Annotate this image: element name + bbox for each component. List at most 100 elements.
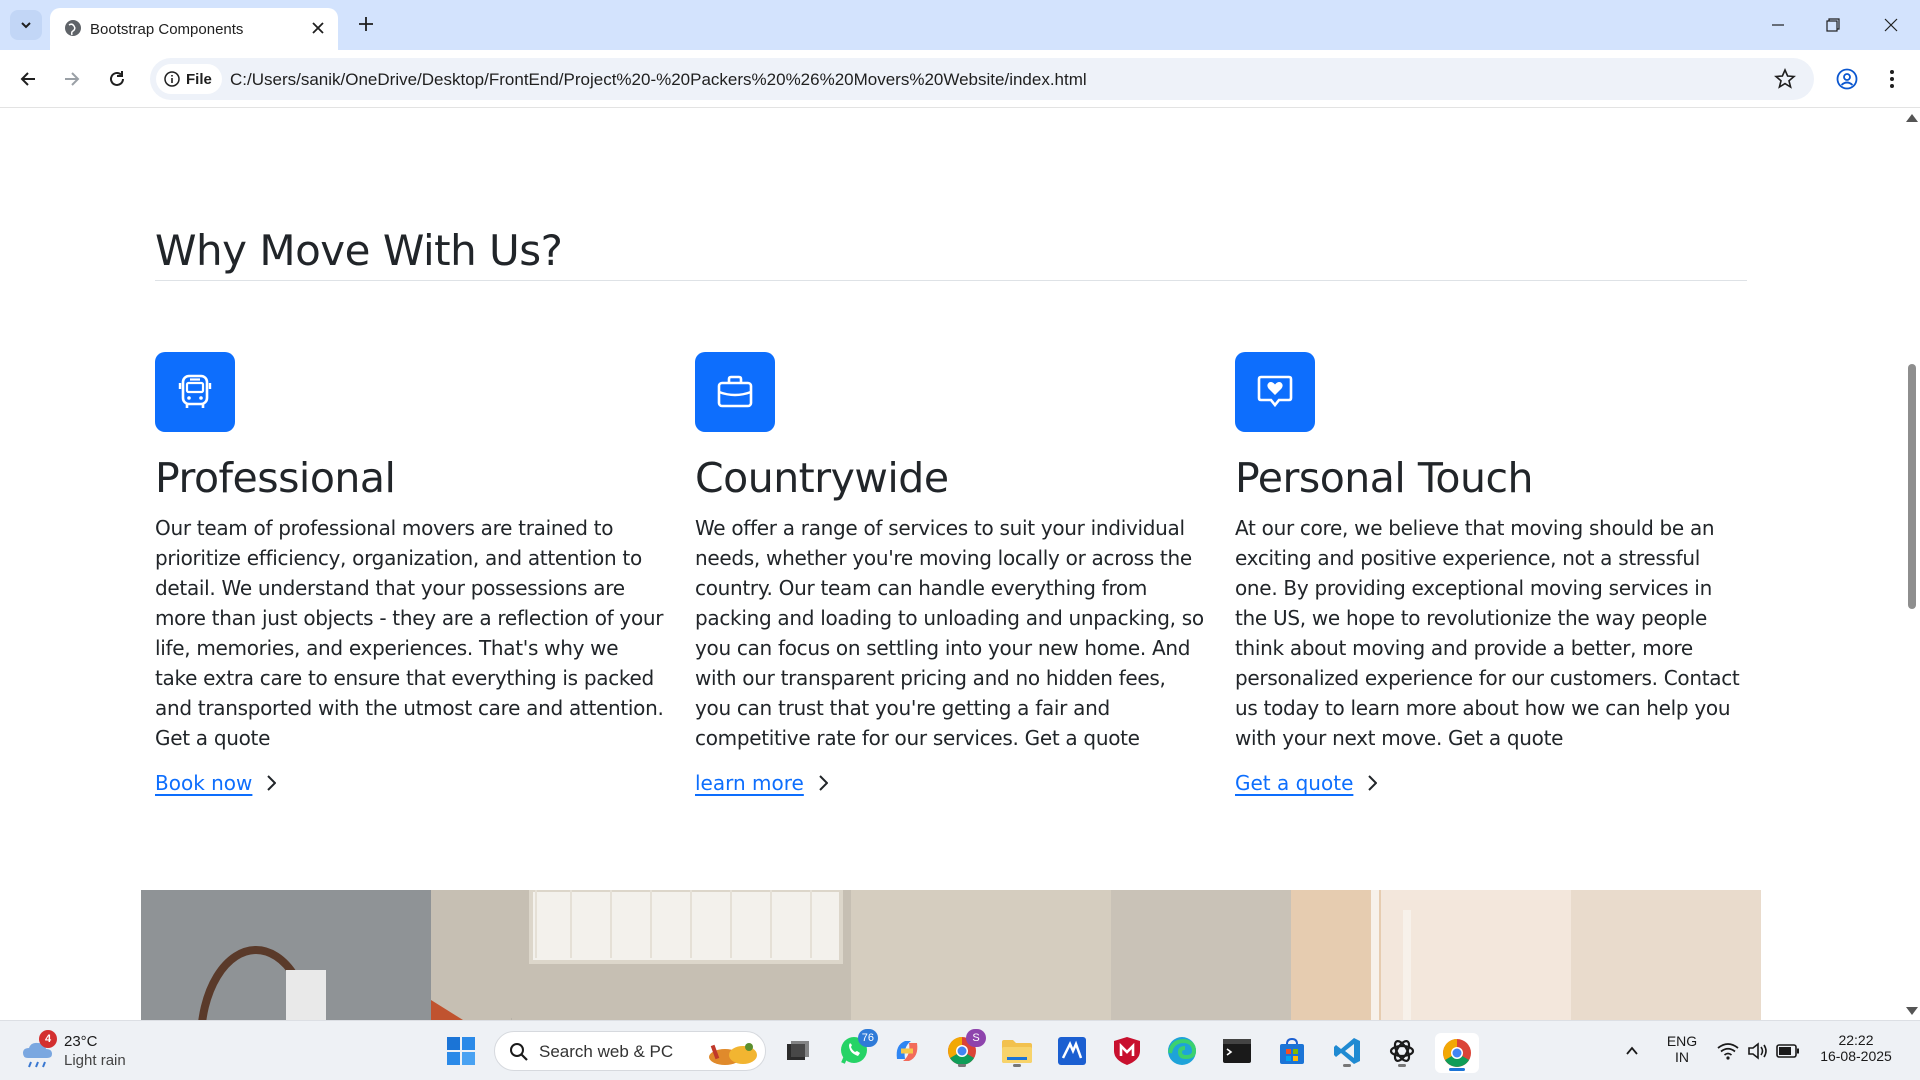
- close-icon: [312, 22, 324, 34]
- url-text[interactable]: C:/Users/sanik/OneDrive/Desktop/FrontEnd…: [230, 70, 1087, 90]
- reload-icon: [110, 71, 124, 86]
- forward-button[interactable]: [57, 64, 87, 94]
- site-info-label: File: [186, 70, 212, 88]
- chevron-up-icon: [1626, 1046, 1638, 1055]
- scroll-up-arrow-icon[interactable]: [1906, 114, 1918, 122]
- terminal-taskbar-button[interactable]: [1219, 1033, 1255, 1069]
- chrome-profile-taskbar-button[interactable]: S: [944, 1029, 986, 1069]
- site-info-chip[interactable]: File: [156, 64, 222, 94]
- chevron-right-icon: [1368, 775, 1378, 791]
- food-illustration-icon: [709, 1043, 757, 1065]
- feature-icon-box: [695, 352, 775, 432]
- tab-title: Bootstrap Components: [90, 21, 244, 38]
- page-scrollbar[interactable]: [1903, 109, 1920, 1020]
- briefcase-icon: [717, 375, 753, 408]
- file-explorer-taskbar-button[interactable]: [999, 1033, 1035, 1069]
- running-indicator: [1343, 1064, 1351, 1067]
- whatsapp-taskbar-button[interactable]: 76: [836, 1029, 878, 1069]
- arrow-right-icon: [65, 72, 80, 86]
- close-window-button[interactable]: [1871, 10, 1911, 40]
- weather-temperature: 23°C: [64, 1033, 98, 1050]
- interior-photo: [141, 890, 1761, 1020]
- copilot-icon: [896, 1041, 918, 1061]
- address-bar[interactable]: File C:/Users/sanik/OneDrive/Desktop/Fro…: [150, 58, 1814, 100]
- search-placeholder: Search web & PC: [539, 1042, 674, 1061]
- feature-countrywide: Countrywide We offer a range of services…: [695, 352, 1205, 795]
- browser-menu-button[interactable]: [1877, 64, 1907, 94]
- new-tab-button[interactable]: [354, 12, 378, 36]
- profile-button[interactable]: [1832, 64, 1862, 94]
- minimize-button[interactable]: [1758, 10, 1798, 40]
- browser-toolbar: File C:/Users/sanik/OneDrive/Desktop/Fro…: [0, 50, 1920, 108]
- feature-professional: Professional Our team of professional mo…: [155, 352, 665, 795]
- word-app-taskbar-button[interactable]: [1054, 1033, 1090, 1069]
- chrome-profile-badge: S: [966, 1029, 986, 1047]
- feature-title: Personal Touch: [1235, 454, 1534, 502]
- reload-button[interactable]: [102, 64, 132, 94]
- feature-title: Countrywide: [695, 454, 949, 502]
- weather-alert-badge: 4: [39, 1030, 57, 1048]
- clock[interactable]: 22:22 16-08-2025: [1810, 1032, 1902, 1064]
- mcafee-taskbar-button[interactable]: [1109, 1033, 1145, 1069]
- chatgpt-icon: [1389, 1040, 1415, 1062]
- tab-bootstrap-components[interactable]: Bootstrap Components: [50, 8, 338, 50]
- language-indicator[interactable]: ENG IN: [1664, 1033, 1700, 1065]
- store-taskbar-button[interactable]: [1274, 1033, 1310, 1069]
- scroll-down-arrow-icon[interactable]: [1906, 1007, 1918, 1015]
- editor-app-icon: [1058, 1037, 1086, 1065]
- plus-icon: [359, 17, 373, 31]
- arrow-left-icon: [20, 72, 35, 86]
- feature-personal-touch: Personal Touch At our core, we believe t…: [1235, 352, 1745, 795]
- folder-icon: [1002, 1040, 1032, 1063]
- edge-taskbar-button[interactable]: [1164, 1033, 1200, 1069]
- feature-icon-box: [1235, 352, 1315, 432]
- section-title: Why Move With Us?: [155, 226, 563, 275]
- battery-icon: [1776, 1044, 1799, 1058]
- tab-search-button[interactable]: [10, 10, 42, 40]
- learn-more-link[interactable]: learn more: [695, 771, 828, 795]
- store-bag-icon: [1280, 1037, 1304, 1064]
- terminal-icon: [1223, 1039, 1251, 1063]
- vscode-taskbar-button[interactable]: [1329, 1033, 1365, 1069]
- task-view-icon: [787, 1041, 809, 1060]
- section-divider: [155, 280, 1747, 281]
- bookmark-star-icon[interactable]: [1774, 68, 1796, 90]
- more-vertical-icon: [1890, 70, 1894, 88]
- close-tab-button[interactable]: [308, 18, 328, 38]
- clock-time: 22:22: [1838, 1032, 1874, 1048]
- whatsapp-unread-badge: 76: [857, 1029, 878, 1047]
- tab-strip: Bootstrap Components: [0, 0, 1920, 50]
- page-viewport: Why Move With Us? Professional Our team …: [0, 109, 1903, 1020]
- room-photo-illustration: [141, 890, 1761, 1020]
- show-hidden-icons-button[interactable]: [1614, 1033, 1650, 1069]
- language-region: IN: [1675, 1049, 1689, 1065]
- running-indicator: [1398, 1064, 1406, 1067]
- scroll-thumb[interactable]: [1908, 364, 1916, 609]
- link-label: Book now: [155, 771, 253, 795]
- feature-description: At our core, we believe that moving shou…: [1235, 516, 1740, 750]
- weather-condition: Light rain: [64, 1052, 126, 1069]
- active-indicator: [1449, 1068, 1465, 1071]
- start-button[interactable]: [443, 1033, 479, 1069]
- minimize-icon: [1772, 24, 1784, 26]
- weather-widget[interactable]: 4 23°C Light rain: [18, 1030, 158, 1074]
- vscode-icon: [1334, 1038, 1360, 1064]
- battery-status[interactable]: [1770, 1033, 1806, 1069]
- globe-icon: [65, 20, 81, 36]
- back-button[interactable]: [13, 64, 43, 94]
- link-label: Get a quote: [1235, 771, 1354, 795]
- clock-date: 16-08-2025: [1820, 1048, 1892, 1064]
- feature-icon-box: [155, 352, 235, 432]
- get-a-quote-link[interactable]: Get a quote: [1235, 771, 1378, 795]
- task-view-button[interactable]: [780, 1033, 816, 1069]
- edge-icon: [1168, 1037, 1197, 1065]
- chatgpt-taskbar-button[interactable]: [1384, 1033, 1420, 1069]
- copilot-taskbar-button[interactable]: [889, 1033, 925, 1069]
- info-icon: [164, 71, 180, 87]
- restore-button[interactable]: [1813, 10, 1853, 40]
- chrome-taskbar-button-active[interactable]: [1435, 1033, 1479, 1073]
- taskbar: 4 23°C Light rain Search web & PC 76 S E…: [0, 1020, 1920, 1080]
- feature-title: Professional: [155, 454, 396, 502]
- taskbar-search-box[interactable]: Search web & PC: [494, 1031, 766, 1071]
- book-now-link[interactable]: Book now: [155, 771, 277, 795]
